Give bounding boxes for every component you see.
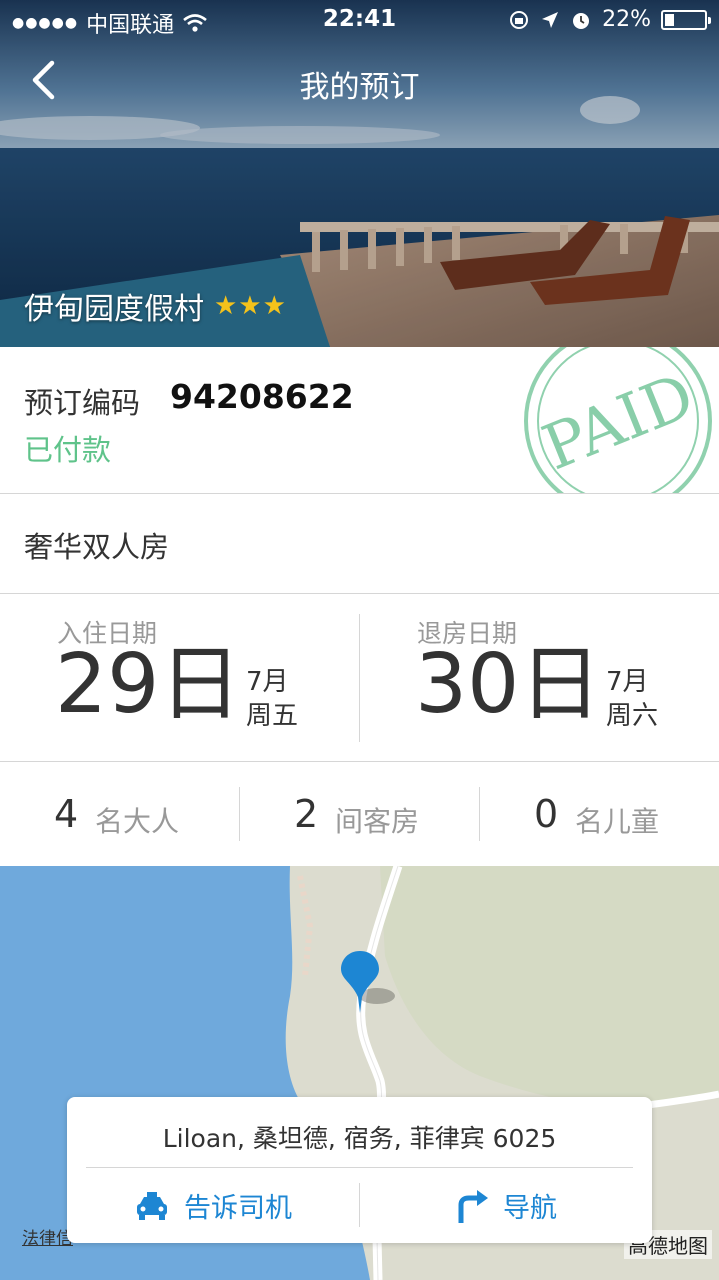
turn-right-arrow-icon xyxy=(458,1189,488,1223)
tell-driver-label: 告诉司机 xyxy=(184,1193,292,1224)
checkout-date: 退房日期 30日 7月 周六 xyxy=(360,594,719,762)
alarm-icon xyxy=(573,12,590,29)
battery-level xyxy=(665,13,675,26)
hotel-title-row: 伊甸园度假村 ★★★ xyxy=(24,284,287,328)
location-map[interactable]: 法律信 高德地图 Liloan, 桑坦德, 宿务, 菲律宾 6025 告诉司机 … xyxy=(0,866,719,1280)
rotation-lock-icon xyxy=(510,10,529,29)
navigate-label: 导航 xyxy=(503,1193,557,1224)
page-title: 我的预订 xyxy=(299,70,420,105)
payment-status: 已付款 xyxy=(24,433,112,467)
navigate-button[interactable]: 导航 xyxy=(360,1168,652,1243)
guest-counts-section: 4 名大人 2 间客房 0 名儿童 xyxy=(0,762,719,866)
adult-count-label: 名大人 xyxy=(95,805,180,838)
room-count-label: 间客房 xyxy=(335,805,420,838)
legal-info-link[interactable]: 法律信 xyxy=(22,1224,73,1249)
location-arrow-icon xyxy=(542,11,559,28)
hotel-name: 伊甸园度假村 xyxy=(24,292,204,327)
checkin-month: 7月 xyxy=(246,667,289,697)
booking-code-value: 94208622 xyxy=(170,377,354,416)
location-pin-icon[interactable] xyxy=(339,949,399,1019)
adult-count: 4 名大人 xyxy=(0,762,240,866)
room-type-section: 奢华双人房 xyxy=(0,494,719,594)
hotel-star-rating: ★★★ xyxy=(214,291,287,321)
checkin-date: 入住日期 29日 7月 周五 xyxy=(0,594,359,762)
battery-percent: 22% xyxy=(602,7,651,32)
stay-dates-section: 入住日期 29日 7月 周五 退房日期 30日 7月 周六 xyxy=(0,594,719,762)
child-count-number: 0 xyxy=(534,792,559,836)
paid-stamp: PAID xyxy=(524,347,712,493)
address-card: Liloan, 桑坦德, 宿务, 菲律宾 6025 告诉司机 导航 xyxy=(67,1097,652,1243)
adult-count-number: 4 xyxy=(54,792,79,836)
checkout-weekday: 周六 xyxy=(606,701,659,731)
room-type: 奢华双人房 xyxy=(24,530,170,564)
checkout-month: 7月 xyxy=(606,667,649,697)
booking-code-label: 预订编码 xyxy=(24,386,141,420)
checkin-day: 29日 xyxy=(55,637,242,732)
child-count: 0 名儿童 xyxy=(480,762,719,866)
booking-code-section: 预订编码 94208622 已付款 PAID xyxy=(0,347,719,494)
taxi-icon xyxy=(137,1191,167,1220)
hotel-hero: ●●●●● 中国联通 22:41 22% 我的预订 伊甸园度假村 ★★★ xyxy=(0,0,719,347)
status-bar: ●●●●● 中国联通 22:41 22% xyxy=(0,0,719,40)
room-count-number: 2 xyxy=(294,792,319,836)
child-count-label: 名儿童 xyxy=(575,805,660,838)
checkin-weekday: 周五 xyxy=(246,701,299,731)
battery-icon xyxy=(661,9,711,30)
tell-driver-button[interactable]: 告诉司机 xyxy=(67,1168,359,1243)
paid-stamp-text: PAID xyxy=(533,359,704,485)
room-count: 2 间客房 xyxy=(240,762,480,866)
checkout-day: 30日 xyxy=(415,637,602,732)
hotel-address: Liloan, 桑坦德, 宿务, 菲律宾 6025 xyxy=(162,1124,557,1153)
